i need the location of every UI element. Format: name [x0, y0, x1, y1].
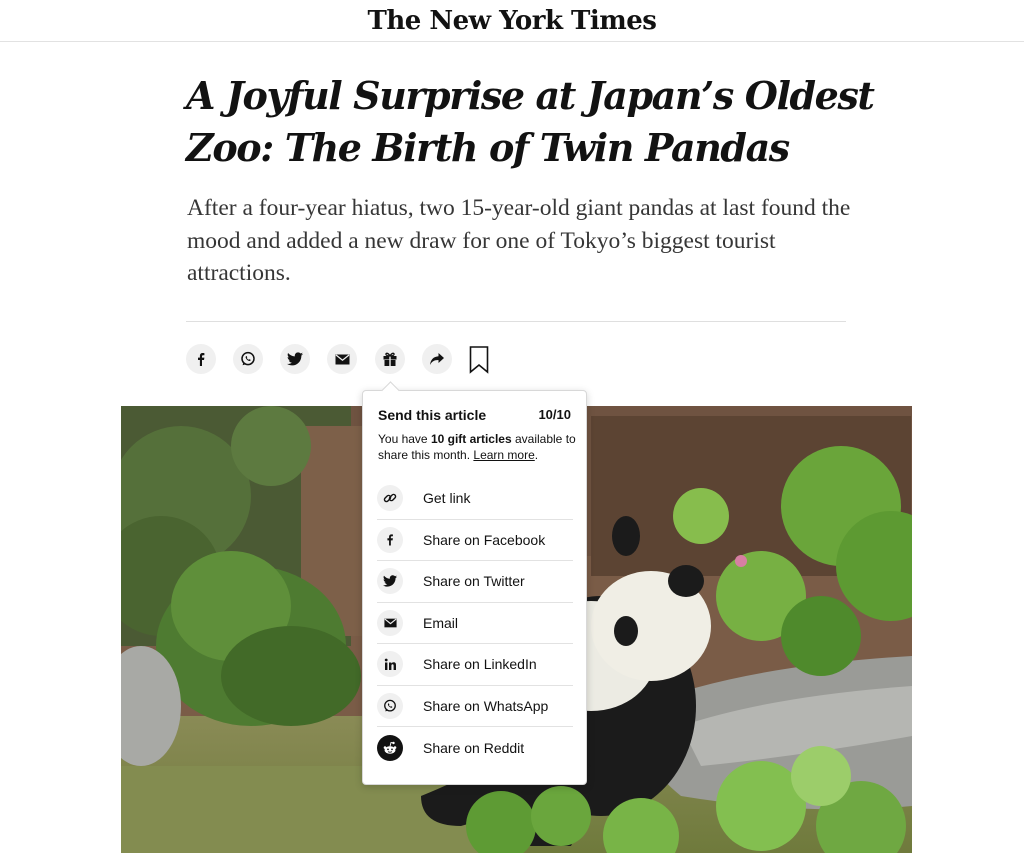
- option-label: Email: [423, 614, 459, 631]
- gift-description-suffix: .: [534, 448, 539, 462]
- facebook-icon: [377, 526, 403, 553]
- option-label: Share on LinkedIn: [423, 656, 537, 673]
- share-email-option[interactable]: Email: [377, 603, 573, 644]
- article-summary: After a four-year hiatus, two 15-year-ol…: [187, 195, 851, 286]
- get-link-option[interactable]: Get link: [377, 478, 573, 520]
- option-label: Get link: [423, 490, 471, 507]
- option-label: Share on Facebook: [423, 531, 546, 548]
- option-label: Share on WhatsApp: [423, 697, 549, 714]
- reddit-icon: [377, 734, 403, 761]
- whatsapp-icon: [241, 351, 255, 366]
- gift-description-bold: 10 gift articles: [430, 432, 512, 446]
- article-headline: A Joyful Surprise at Japan’s Oldest Zoo:…: [186, 73, 875, 170]
- gift-article-popover: Send this article 10/10 You have 10 gift…: [362, 381, 587, 785]
- email-share-button[interactable]: [327, 344, 357, 374]
- masthead: The New York Times: [0, 0, 1024, 42]
- facebook-icon: [198, 353, 205, 366]
- email-icon: [335, 353, 349, 364]
- gift-count: 10/10: [538, 407, 571, 422]
- link-icon: [377, 485, 403, 512]
- twitter-icon: [377, 568, 403, 595]
- option-label: Share on Twitter: [423, 573, 525, 590]
- whatsapp-icon: [377, 692, 403, 719]
- linkedin-icon: [377, 651, 403, 678]
- share-twitter-option[interactable]: Share on Twitter: [377, 561, 573, 603]
- learn-more-link[interactable]: Learn more: [473, 448, 534, 462]
- share-arrow-icon: [430, 353, 444, 365]
- facebook-share-button[interactable]: [186, 344, 216, 374]
- bookmark-icon: [469, 346, 489, 374]
- popover-title: Send this article: [378, 407, 487, 423]
- gift-icon: [383, 352, 397, 366]
- divider: [186, 321, 846, 322]
- gift-description-prefix: You have: [378, 432, 431, 446]
- share-reddit-option[interactable]: Share on Reddit: [377, 727, 573, 769]
- nyt-logo[interactable]: The New York Times: [368, 6, 657, 36]
- share-options-list: Get link Share on Facebook Share on Twit…: [377, 478, 573, 769]
- more-share-button[interactable]: [422, 344, 452, 374]
- option-label: Share on Reddit: [423, 739, 525, 756]
- save-bookmark-button[interactable]: [469, 346, 489, 374]
- popover-arrow: [381, 381, 400, 400]
- share-facebook-option[interactable]: Share on Facebook: [377, 520, 573, 561]
- email-icon: [377, 609, 403, 636]
- gift-article-button[interactable]: [375, 344, 405, 374]
- twitter-icon: [287, 352, 303, 366]
- share-linkedin-option[interactable]: Share on LinkedIn: [377, 644, 573, 686]
- whatsapp-share-button[interactable]: [233, 344, 263, 374]
- twitter-share-button[interactable]: [280, 344, 310, 374]
- gift-description: You have 10 gift articles available to s…: [378, 431, 578, 463]
- share-whatsapp-option[interactable]: Share on WhatsApp: [377, 686, 573, 727]
